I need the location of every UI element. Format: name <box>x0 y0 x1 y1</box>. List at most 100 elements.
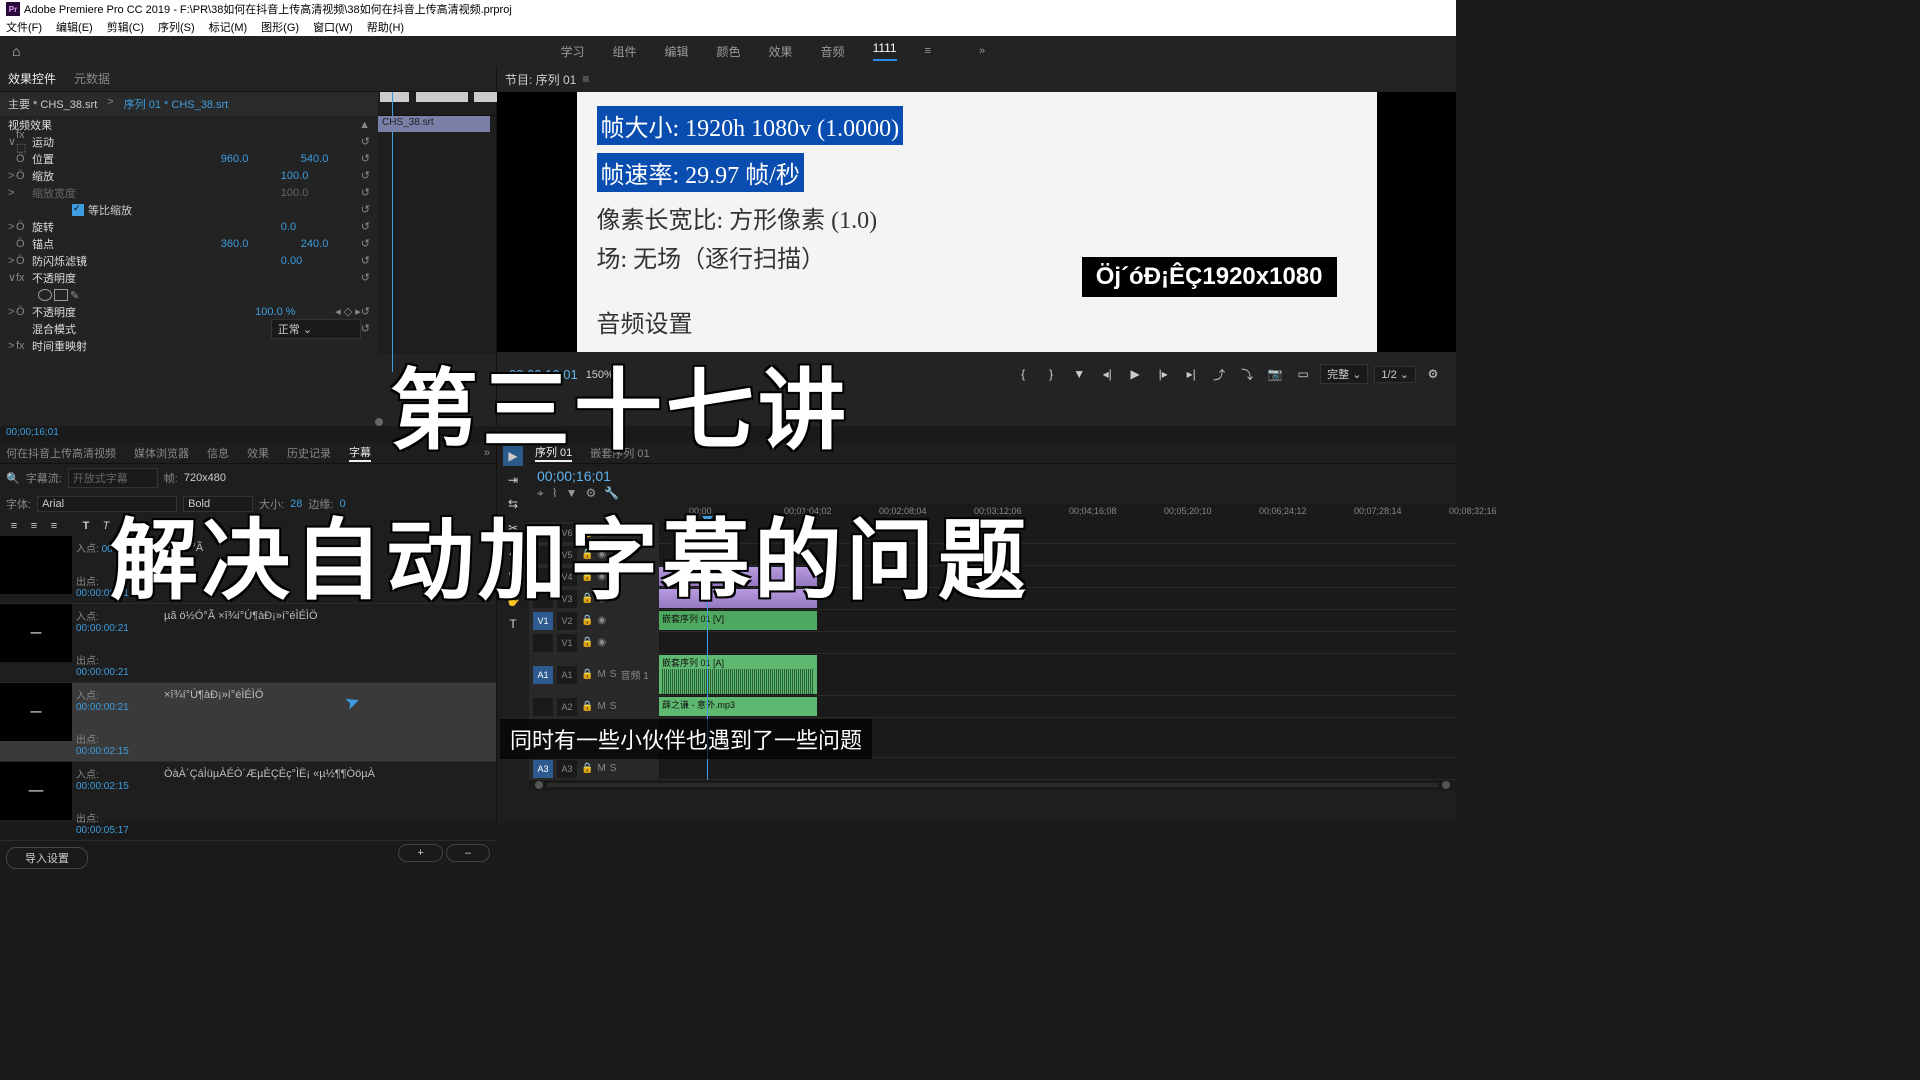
effect-sequence-clip[interactable]: 序列 01 * CHS_38.srt <box>124 96 229 112</box>
timeline-ruler[interactable]: 00;00 00;01;04;02 00;02;08;04 00;03;12;0… <box>689 504 1456 522</box>
caption-item[interactable]: ━━━ 入点: 00:00:00:21出点: 00:00:00:21 µã ö½… <box>0 604 496 683</box>
clip-video[interactable] <box>659 567 817 586</box>
program-zoom[interactable]: 150% ⌄ <box>586 368 626 381</box>
caption-text[interactable]: ×î¾í°Ú¶àÐ¡»í°éÌÉÌÖ <box>158 683 496 761</box>
align-right-icon[interactable]: ≡ <box>46 518 62 534</box>
source-a1[interactable]: A1 <box>533 666 553 684</box>
snap-icon[interactable]: ⌖ <box>537 486 544 501</box>
home-icon[interactable]: ⌂ <box>12 43 20 59</box>
menu-sequence[interactable]: 序列(S) <box>158 19 195 35</box>
pen-tool-icon[interactable]: ✎ <box>503 566 523 586</box>
type-tool-icon[interactable]: T <box>503 614 523 634</box>
step-forward-icon[interactable]: |▸ <box>1152 364 1174 384</box>
extract-icon[interactable]: ⤵ <box>1236 364 1258 384</box>
go-next-icon[interactable]: ▸| <box>1180 364 1202 384</box>
reset-icon[interactable]: ↺ <box>361 237 370 250</box>
stream-dropdown[interactable]: 开放式字幕 <box>68 468 158 488</box>
workspace-overflow-icon[interactable]: » <box>979 45 985 57</box>
clip-subtitle[interactable]: 嵌套序列 01 [V] <box>659 611 817 630</box>
add-caption-button[interactable]: + <box>398 844 442 862</box>
reset-icon[interactable]: ↺ <box>361 305 370 318</box>
caption-item[interactable]: ━━━━ 入点: 00:00:02:15出点: 00:00:05:17 ÒàÀ´… <box>0 762 496 841</box>
search-icon[interactable]: 🔍 <box>6 472 20 485</box>
align-left-icon[interactable]: ≡ <box>6 518 22 534</box>
menu-window[interactable]: 窗口(W) <box>313 19 353 35</box>
tab-effect-controls[interactable]: 效果控件 <box>8 70 56 87</box>
rotation-val[interactable]: 0.0 <box>281 221 361 233</box>
caption-text[interactable]: ÒàÀ´ÇáÌüµÀÉÒ´ÆµÈÇÈç°ÌË¡ «µ½¶¶ÒöµÀ <box>158 762 496 840</box>
opacity-val[interactable]: 100.0 % <box>255 306 335 318</box>
blend-dropdown[interactable]: 正常 ⌄ <box>271 319 361 339</box>
razor-tool-icon[interactable]: ✂ <box>503 518 523 538</box>
anchor-x[interactable]: 360.0 <box>221 238 301 250</box>
menu-edit[interactable]: 编辑(E) <box>56 19 93 35</box>
caption-text[interactable]: ¹ö½Ó°Ã <box>158 536 496 603</box>
anchor-y[interactable]: 240.0 <box>301 238 361 250</box>
uniform-scale-checkbox[interactable] <box>72 204 84 216</box>
remove-caption-button[interactable]: – <box>446 844 490 862</box>
align-center-icon[interactable]: ≡ <box>26 518 42 534</box>
source-v1[interactable]: V1 <box>533 612 553 630</box>
flicker-val[interactable]: 0.00 <box>281 255 361 267</box>
bg-icon[interactable]: ▬ <box>178 518 194 534</box>
tab-metadata[interactable]: 元数据 <box>74 70 110 87</box>
timeline-scroll[interactable] <box>529 780 1456 790</box>
panel-menu-icon[interactable]: ≡ <box>582 72 589 86</box>
import-settings-button[interactable]: 导入设置 <box>6 847 88 869</box>
clip-video[interactable] <box>659 589 817 608</box>
comparison-icon[interactable]: ▭ <box>1292 364 1314 384</box>
timeline-tab-nested[interactable]: 嵌套序列 01 <box>590 445 649 461</box>
position-x[interactable]: 960.0 <box>221 153 301 165</box>
bold-icon[interactable]: T <box>78 518 94 534</box>
workspace-color[interactable]: 颜色 <box>717 43 741 60</box>
italic-icon[interactable]: T <box>98 518 114 534</box>
linked-selection-icon[interactable]: ⌇ <box>552 486 558 501</box>
ellipse-mask-icon[interactable] <box>38 289 52 301</box>
scroll-thumb[interactable] <box>375 418 383 426</box>
reset-icon[interactable]: ↺ <box>361 169 370 182</box>
hand-tool-icon[interactable]: ✋ <box>503 590 523 610</box>
wrench-icon[interactable]: 🔧 <box>604 486 619 501</box>
menu-clip[interactable]: 剪辑(C) <box>107 19 144 35</box>
program-fit-dropdown[interactable]: 完整 ⌄ <box>1320 364 1368 384</box>
tabs-overflow-icon[interactable]: » <box>484 447 490 459</box>
mini-playhead[interactable] <box>392 92 393 372</box>
position-y[interactable]: 540.0 <box>301 153 361 165</box>
menu-marker[interactable]: 标记(M) <box>209 19 248 35</box>
workspace-audio[interactable]: 音频 <box>821 43 845 60</box>
menu-graphics[interactable]: 图形(G) <box>261 19 299 35</box>
tab-project[interactable]: 何在抖音上传高清视频 <box>6 445 116 461</box>
workspace-1111[interactable]: 1111 <box>873 41 897 61</box>
music-icon[interactable]: ♪ <box>138 518 154 534</box>
timeline-timecode[interactable]: 00;00;16;01 <box>537 468 1448 484</box>
timeline-tab-seq[interactable]: 序列 01 <box>535 444 572 462</box>
scale-val[interactable]: 100.0 <box>281 170 361 182</box>
reset-icon[interactable]: ↺ <box>361 203 370 216</box>
marker-icon[interactable]: ▼ <box>566 486 578 501</box>
tab-effects[interactable]: 效果 <box>247 445 269 461</box>
tab-media-browser[interactable]: 媒体浏览器 <box>134 445 189 461</box>
reset-icon[interactable]: ↺ <box>361 271 370 284</box>
font-input[interactable] <box>37 496 177 512</box>
pen-mask-icon[interactable]: ✎ <box>70 289 84 301</box>
export-frame-icon[interactable]: 📷 <box>1264 364 1286 384</box>
mini-clip[interactable]: CHS_38.srt <box>378 116 490 132</box>
box-icon[interactable]: ▭ <box>158 518 174 534</box>
caption-text[interactable]: µã ö½Ó°Ã ×î¾í°Ú¶àÐ¡»í°éÌÉÌÖ <box>158 604 496 682</box>
menu-file[interactable]: 文件(F) <box>6 19 42 35</box>
ripple-tool-icon[interactable]: ⇆ <box>503 494 523 514</box>
step-back-icon[interactable]: ◂| <box>1096 364 1118 384</box>
workspace-learn[interactable]: 学习 <box>560 43 584 60</box>
reset-icon[interactable]: ↺ <box>361 254 370 267</box>
source-a3[interactable]: A3 <box>533 760 553 778</box>
menu-help[interactable]: 帮助(H) <box>367 19 404 35</box>
settings-icon[interactable]: ⚙ <box>1422 364 1444 384</box>
reset-icon[interactable]: ↺ <box>361 186 370 199</box>
program-timecode[interactable]: 00;00;16;01 <box>509 367 578 382</box>
edge-value[interactable]: 0 <box>339 498 345 510</box>
rect-mask-icon[interactable] <box>54 289 68 301</box>
mark-in-icon[interactable]: { <box>1012 364 1034 384</box>
reset-icon[interactable]: ↺ <box>361 135 370 148</box>
clip-audio[interactable]: 薛之谦 - 意外.mp3 <box>659 697 817 716</box>
caption-item[interactable]: ━━━ 入点: 00:00:00:21出点: 00:00:02:15 ×î¾í°… <box>0 683 496 762</box>
